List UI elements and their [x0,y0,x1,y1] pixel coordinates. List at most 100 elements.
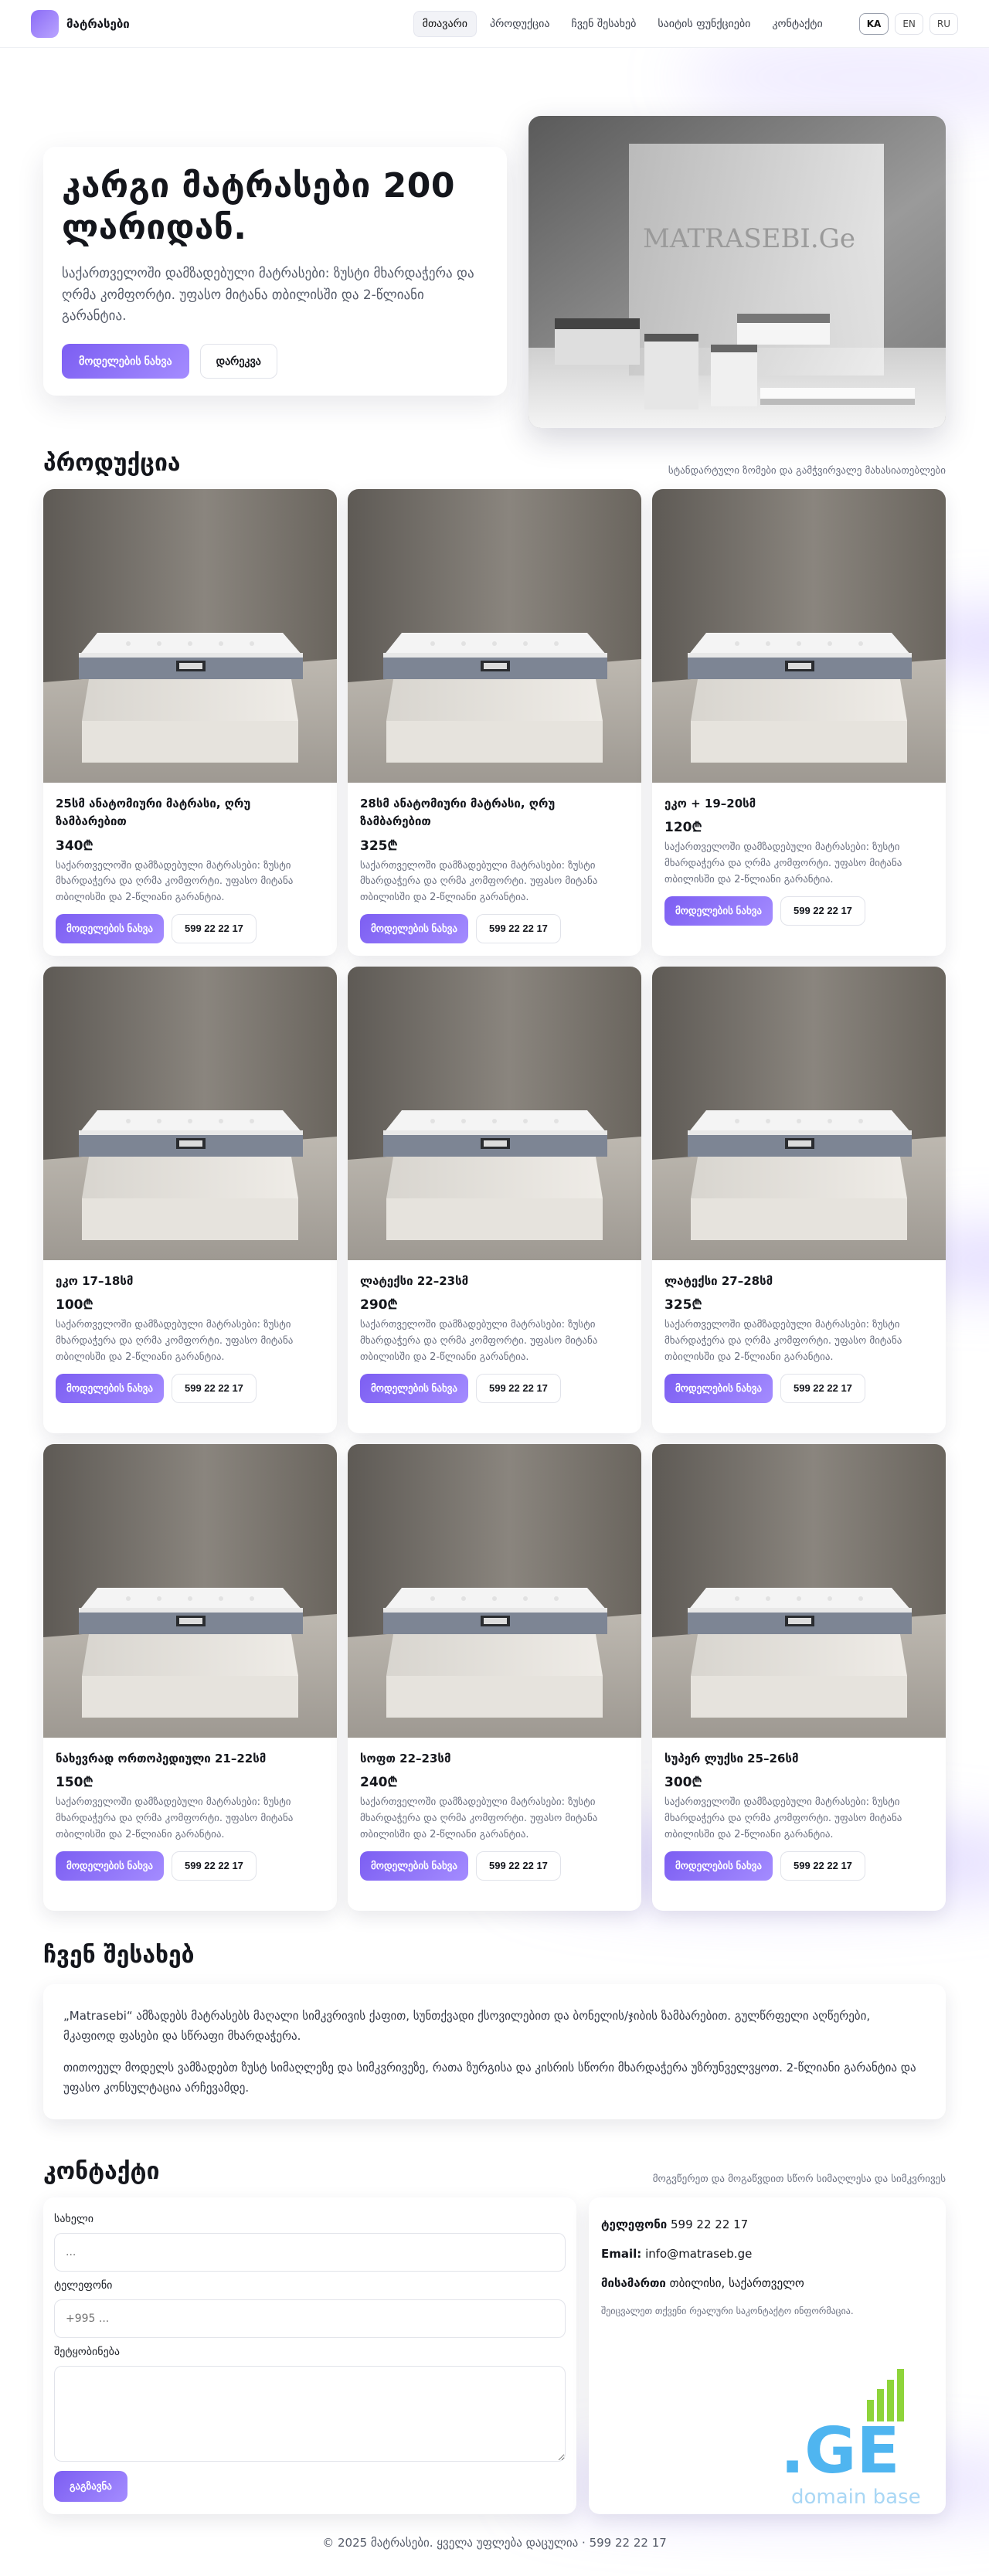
product-name: ეკო 17–18სმ [56,1274,134,1288]
ge-logo-caption: domain base [791,2486,921,2509]
product-view-models-button[interactable]: მოდელების ნახვა [664,1850,773,1881]
product-phone-button[interactable]: 599 22 22 17 [172,1373,257,1403]
product-phone-button[interactable]: 599 22 22 17 [172,1850,257,1881]
nav-item-contact[interactable]: კონტაქტი [763,12,831,36]
product-card: ეკო + 19–20სმ 120₾ საქართველოში დამზადებულ… [652,489,946,956]
nav-item-features[interactable]: საიტის ფუნქციები [649,12,759,36]
product-price: 300₾ [664,1775,702,1791]
product-view-models-button[interactable]: მოდელების ნახვა [56,1850,164,1881]
product-view-models-button[interactable]: მოდელების ნახვა [360,913,468,943]
product-description: საქართველოში დამზადებული მატრასები: ზუსტ… [360,1796,598,1840]
info-address-value: თბილისი, საქართველო [669,2276,804,2290]
mattress-image [43,1444,337,1738]
nav-item-about[interactable]: ჩვენ შესახებ [563,12,645,36]
product-card: სუპერ ლუქსი 25–26სმ 300₾ საქართველოში დამზ… [652,1444,946,1911]
product-phone-button[interactable]: 599 22 22 17 [780,1373,865,1403]
hero-title: კარგი მატრასები 200 ლარიდან. [62,166,455,247]
product-view-models-button[interactable]: მოდელების ნახვა [664,1373,773,1403]
contact-info-card: ტელეფონი 599 22 22 17 Email: info@matras… [589,2197,946,2514]
main-nav: მთავარი პროდუქცია ჩვენ შესახებ საიტის ფუ… [413,10,958,37]
hero-showroom-image: MATRASEBI.Ge [528,116,946,428]
lang-ru-button[interactable]: RU [929,12,958,35]
product-view-models-button[interactable]: მოდელების ნახვა [56,913,164,943]
submit-button[interactable]: გაგზავნა [54,2471,127,2502]
product-phone-button[interactable]: 599 22 22 17 [476,913,561,943]
info-email-value[interactable]: info@matraseb.ge [645,2247,752,2261]
product-card: ნახევრად ორთოპედიული 21–22სმ 150₾ საქართვე… [43,1444,337,1911]
products-subtitle: სტანდარტული ზომები და გამჭვირვალე მახასი… [668,465,946,477]
info-address: მისამართი თბილისი, საქართველო [601,2276,933,2290]
lang-ka-button[interactable]: KA [858,12,889,35]
brand[interactable]: მატრასები [31,9,130,38]
hero-photo-brand-text: MATRASEBI.Ge [643,223,855,254]
hero: MATRASEBI.Ge კარგი მატრასები 200 ლარიდან… [43,66,946,428]
product-view-models-button[interactable]: მოდელების ნახვა [56,1373,164,1403]
product-description: საქართველოში დამზადებული მატრასები: ზუსტ… [56,1796,294,1840]
product-description: საქართველოში დამზადებული მატრასები: ზუსტ… [360,1319,598,1363]
about-section: ჩვენ შესახებ „Matrasebi“ ამზადებს მატრას… [43,1942,946,2119]
contact-form: სახელი ტელეფონი შეტყობინება გაგზავნა [43,2197,576,2514]
mattress-image [652,489,946,783]
product-price: 340₾ [56,838,93,854]
product-name: სუპერ ლუქსი 25–26სმ [664,1752,799,1765]
product-view-models-button[interactable]: მოდელების ნახვა [360,1850,468,1881]
name-label: სახელი [54,2213,93,2225]
contact-title: კონტაქტი [43,2158,160,2185]
product-phone-button[interactable]: 599 22 22 17 [780,1850,865,1881]
info-email-label: Email: [601,2247,642,2261]
language-switcher: KA EN RU [858,12,958,35]
mattress-image [652,967,946,1260]
view-models-button[interactable]: მოდელების ნახვა [62,343,189,379]
product-price: 100₾ [56,1297,93,1313]
product-description: საქართველოში დამზადებული მატრასები: ზუსტ… [360,859,598,904]
product-name: ეკო + 19–20სმ [664,797,756,811]
message-label: შეტყობინება [54,2346,121,2358]
info-address-label: მისამართი [601,2276,666,2290]
lang-en-button[interactable]: EN [895,12,923,35]
message-textarea[interactable] [54,2366,566,2462]
product-name: ლატექსი 22–23სმ [360,1274,469,1288]
product-card: 25სმ ანატომიური მატრასი, ღრუ ზამბარებით 3… [43,489,337,956]
product-name: 25სმ ანატომიური მატრასი, ღრუ ზამბარებით [56,797,251,829]
product-description: საქართველოში დამზადებული მატრასები: ზუსტ… [664,1319,902,1363]
product-name: ლატექსი 27–28სმ [664,1274,773,1288]
product-card: ლატექსი 27–28სმ 325₾ საქართველოში დამზადებ… [652,967,946,1433]
product-card: ეკო 17–18სმ 100₾ საქართველოში დამზადებული … [43,967,337,1433]
product-phone-button[interactable]: 599 22 22 17 [476,1373,561,1403]
mattress-image [652,1444,946,1738]
nav-item-products[interactable]: პროდუქცია [481,12,559,36]
product-view-models-button[interactable]: მოდელების ნახვა [360,1373,468,1403]
info-email: Email: info@matraseb.ge [601,2247,933,2261]
product-price: 120₾ [664,820,702,836]
name-input[interactable] [54,2233,566,2272]
product-description: საქართველოში დამზადებული მატრასები: ზუსტ… [664,841,902,885]
site-header: მატრასები მთავარი პროდუქცია ჩვენ შესახებ… [0,0,989,48]
contact-section: კონტაქტი მოგვწერეთ და მოგაწვდით სწორ სიმ… [43,2158,946,2514]
info-phone-value[interactable]: 599 22 22 17 [671,2217,748,2231]
info-phone-label: ტელეფონი [601,2217,668,2231]
product-phone-button[interactable]: 599 22 22 17 [172,913,257,943]
nav-item-home[interactable]: მთავარი [413,10,477,37]
mattress-image [348,967,641,1260]
about-paragraph-2: თითოეულ მოდელს ვამზადებთ ზუსტ სიმაღლეზე … [63,2060,916,2095]
product-name: ნახევრად ორთოპედიული 21–22სმ [56,1752,267,1765]
product-view-models-button[interactable]: მოდელების ნახვა [664,895,773,926]
product-phone-button[interactable]: 599 22 22 17 [476,1850,561,1881]
ge-domain-logo: .GE domain base [780,2369,921,2509]
phone-input[interactable] [54,2299,566,2338]
call-button[interactable]: დარეკვა [199,343,277,379]
mattress-image [348,1444,641,1738]
product-price: 325₾ [360,838,398,854]
brand-name: მატრასები [66,16,130,31]
about-paragraph-1: „Matrasebi“ ამზადებს მატრასებს მაღალი სი… [63,2009,871,2044]
product-card: ლატექსი 22–23სმ 290₾ საქართველოში დამზადებ… [348,967,641,1433]
product-name: 28სმ ანატომიური მატრასი, ღრუ ზამბარებით [360,797,556,829]
product-price: 240₾ [360,1775,398,1791]
hero-description: საქართველოში დამზადებული მატრასები: ზუსტ… [62,266,474,324]
brand-logo-icon [31,9,59,38]
product-card: სოფთ 22–23სმ 240₾ საქართველოში დამზადებული… [348,1444,641,1911]
info-note: შეიცვალეთ თქვენი რეალური საკონტაქტო ინფო… [601,2306,854,2316]
product-description: საქართველოში დამზადებული მატრასები: ზუსტ… [56,1319,294,1363]
product-price: 325₾ [664,1297,702,1313]
product-phone-button[interactable]: 599 22 22 17 [780,895,865,926]
